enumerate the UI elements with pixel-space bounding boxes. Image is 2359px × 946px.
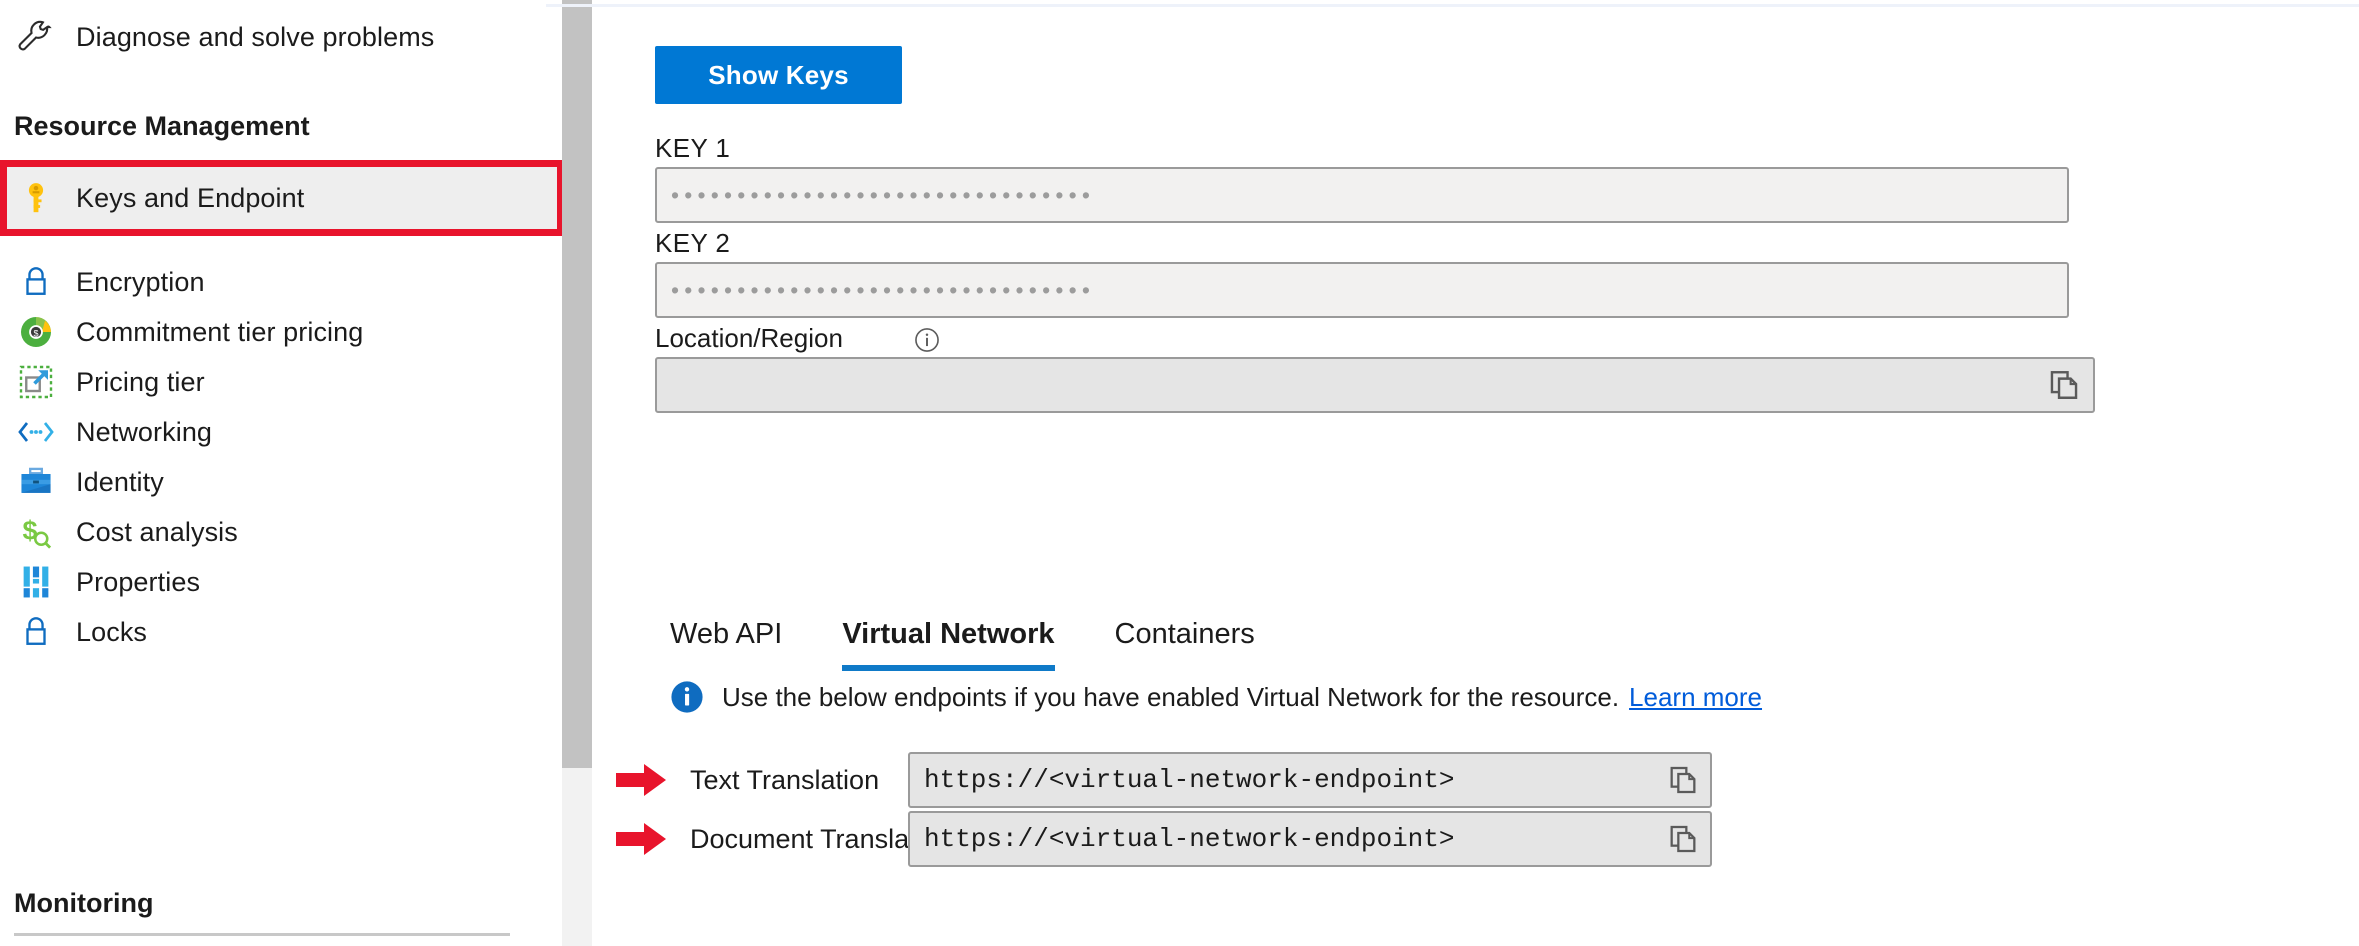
- tab-containers[interactable]: Containers: [1115, 618, 1255, 671]
- info-filled-icon: [670, 680, 704, 714]
- sidebar-item-label: Commitment tier pricing: [76, 317, 363, 348]
- left-nav-sidebar: Diagnose and solve problems Resource Man…: [0, 0, 560, 946]
- sidebar-item-label: Keys and Endpoint: [76, 183, 304, 214]
- endpoint-row-document-translation: Document Translation https://<virtual-ne…: [592, 811, 1712, 867]
- sidebar-scrollbar-thumb[interactable]: [562, 0, 592, 768]
- tab-label: Web API: [670, 618, 782, 650]
- key-icon: [14, 176, 58, 220]
- sidebar-item-label: Pricing tier: [76, 367, 205, 398]
- sidebar-item-label: Encryption: [76, 267, 205, 298]
- key2-value: ••••••••••••••••••••••••••••••••: [671, 279, 1095, 302]
- sidebar-item-label: Diagnose and solve problems: [76, 22, 434, 53]
- location-region-copy-icon[interactable]: [2044, 365, 2084, 405]
- tab-label: Containers: [1115, 618, 1255, 650]
- sidebar-item-keys-and-endpoint[interactable]: Keys and Endpoint: [0, 163, 560, 233]
- show-keys-button[interactable]: Show Keys: [655, 46, 902, 104]
- tab-web-api[interactable]: Web API: [670, 618, 782, 671]
- sidebar-item-locks[interactable]: Locks: [0, 597, 560, 667]
- key1-input[interactable]: ••••••••••••••••••••••••••••••••: [655, 167, 2069, 223]
- endpoint-label: Text Translation: [690, 765, 908, 796]
- endpoint-input[interactable]: https://<virtual-network-endpoint>: [908, 752, 1712, 808]
- location-region-label: Location/Region: [655, 323, 843, 354]
- endpoint-row-text-translation: Text Translation https://<virtual-networ…: [592, 752, 1712, 808]
- tab-virtual-network[interactable]: Virtual Network: [842, 618, 1054, 671]
- endpoint-copy-icon[interactable]: [1666, 822, 1700, 856]
- sidebar-item-label: Properties: [76, 567, 200, 598]
- learn-more-link[interactable]: Learn more: [1629, 682, 1762, 713]
- sidebar-section-monitoring: Monitoring: [0, 872, 560, 934]
- sidebar-item-label: Locks: [76, 617, 147, 648]
- location-region-input[interactable]: [655, 357, 2095, 413]
- key1-value: ••••••••••••••••••••••••••••••••: [671, 184, 1095, 207]
- sidebar-section-title: Resource Management: [14, 111, 310, 142]
- virtual-network-info-banner: Use the below endpoints if you have enab…: [670, 680, 1762, 714]
- sidebar-section-resource-management: Resource Management: [0, 95, 560, 157]
- red-arrow-icon: [614, 819, 670, 859]
- info-icon[interactable]: [914, 327, 940, 353]
- banner-text: Use the below endpoints if you have enab…: [722, 682, 1619, 713]
- sidebar-divider: [14, 933, 510, 936]
- lock-icon: [14, 610, 58, 654]
- endpoint-label: Document Translation: [690, 824, 908, 855]
- key2-input[interactable]: ••••••••••••••••••••••••••••••••: [655, 262, 2069, 318]
- sidebar-item-label: Networking: [76, 417, 212, 448]
- sidebar-item-label: Identity: [76, 467, 164, 498]
- key1-label: KEY 1: [655, 133, 730, 164]
- wrench-icon: [14, 16, 58, 60]
- endpoint-value: https://<virtual-network-endpoint>: [924, 824, 1455, 854]
- sidebar-item-label: Cost analysis: [76, 517, 238, 548]
- azure-keys-endpoint-screen: Diagnose and solve problems Resource Man…: [0, 0, 2359, 946]
- key2-label: KEY 2: [655, 228, 730, 259]
- endpoint-copy-icon[interactable]: [1666, 763, 1700, 797]
- endpoint-tabs: Web API Virtual Network Containers: [670, 618, 1315, 671]
- endpoint-value: https://<virtual-network-endpoint>: [924, 765, 1455, 795]
- svg-text:$: $: [33, 329, 38, 339]
- sidebar-section-title: Monitoring: [14, 888, 153, 919]
- endpoint-input[interactable]: https://<virtual-network-endpoint>: [908, 811, 1712, 867]
- tab-label: Virtual Network: [842, 618, 1054, 650]
- red-arrow-icon: [614, 760, 670, 800]
- panel-top-divider: [546, 4, 2359, 7]
- sidebar-item-diagnose-and-solve-problems[interactable]: Diagnose and solve problems: [0, 0, 560, 75]
- keys-and-endpoint-panel: Show Keys KEY 1 ••••••••••••••••••••••••…: [592, 0, 2359, 946]
